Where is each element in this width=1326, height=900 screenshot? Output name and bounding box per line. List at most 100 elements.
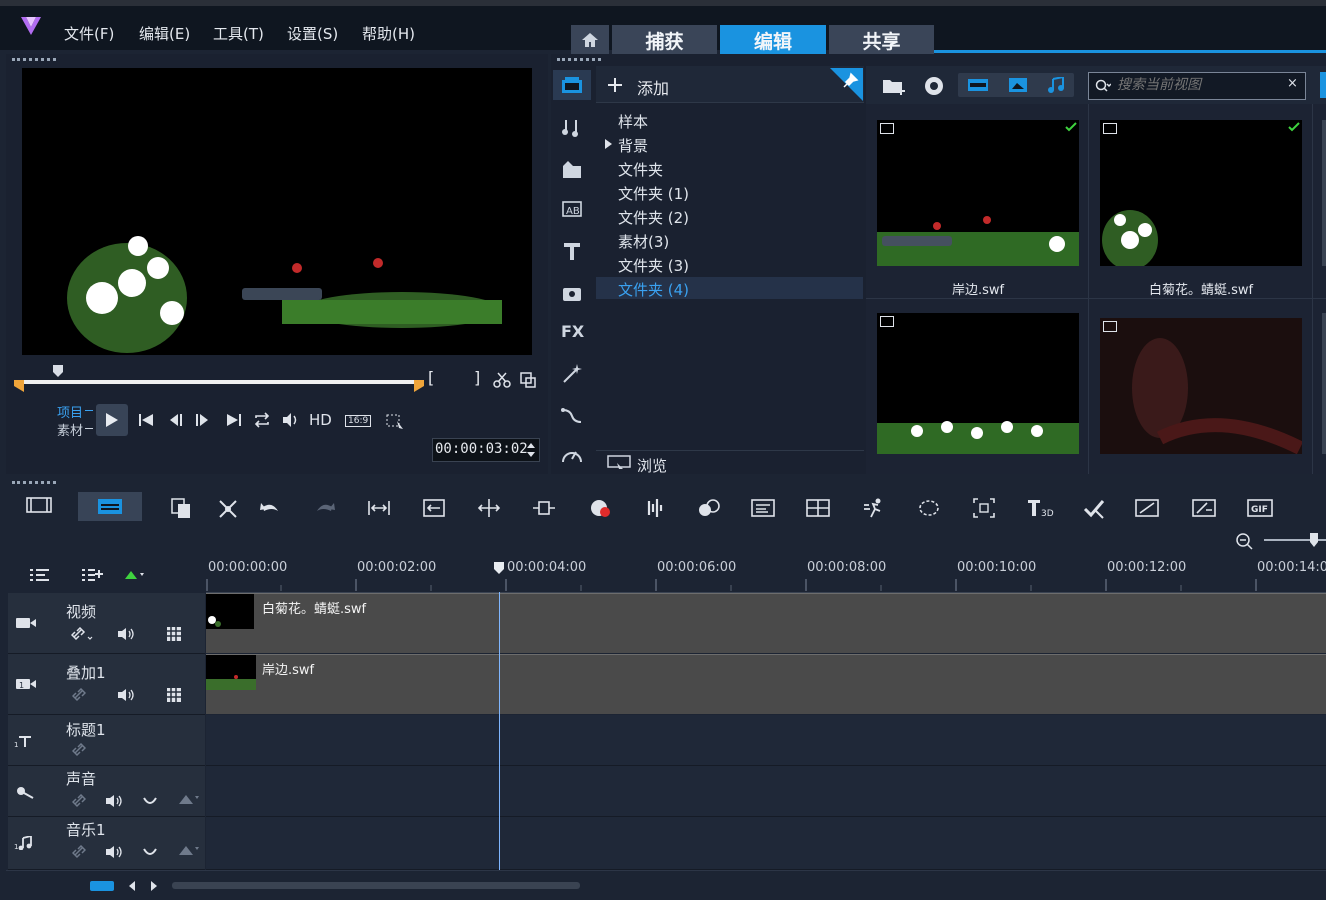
next-frame-icon[interactable] — [192, 410, 212, 430]
graphics-icon[interactable] — [558, 280, 586, 306]
previous-frame-icon[interactable] — [166, 410, 186, 430]
panel-edge-button[interactable] — [1320, 72, 1326, 98]
gif-creator-icon[interactable]: GIF — [1247, 497, 1275, 519]
audio-ducking-icon[interactable] — [140, 792, 160, 810]
link-icon[interactable] — [70, 686, 88, 704]
track-visibility-button[interactable] — [90, 881, 114, 891]
browse-button[interactable]: 浏览 — [637, 455, 667, 476]
storyboard-view-icon[interactable] — [26, 494, 56, 520]
mode-project[interactable]: 项目 — [57, 402, 83, 421]
zoom-out-icon[interactable] — [1234, 531, 1254, 551]
timeline-view-button[interactable] — [78, 492, 142, 521]
mute-audio-icon[interactable] — [116, 686, 136, 704]
track-transparency-icon[interactable] — [176, 790, 200, 808]
video-clip[interactable]: 白菊花。蜻蜓.swf — [206, 593, 1326, 653]
browse-icon[interactable] — [606, 454, 632, 472]
library-item[interactable]: 背景 — [618, 135, 648, 156]
transition-icon[interactable]: AB — [558, 196, 586, 222]
track-transparency-icon[interactable] — [176, 841, 200, 859]
mark-out-button[interactable]: ] — [474, 368, 480, 387]
menu-settings[interactable]: 设置(S) — [287, 23, 338, 44]
link-icon[interactable] — [70, 741, 88, 759]
ripple-editing-icon[interactable] — [164, 686, 184, 704]
menu-file[interactable]: 文件(F) — [64, 23, 114, 44]
search-box[interactable]: × — [1088, 72, 1306, 100]
enlarge-preview-icon[interactable] — [518, 370, 538, 390]
tab-capture[interactable]: 捕获 — [612, 25, 717, 55]
link-icon[interactable] — [70, 625, 94, 643]
thumbnail-image[interactable] — [877, 120, 1079, 266]
search-input[interactable] — [1117, 75, 1277, 95]
aperture-icon[interactable] — [922, 74, 946, 98]
tab-edit[interactable]: 编辑 — [720, 25, 826, 55]
scrubber-handle[interactable] — [52, 364, 64, 378]
library-item[interactable]: 样本 — [618, 111, 648, 132]
repeat-icon[interactable] — [252, 410, 272, 430]
timecode-box[interactable]: 00:00:03:02 — [432, 438, 540, 462]
mode-clip[interactable]: 素材 — [57, 420, 83, 439]
volume-icon[interactable] — [280, 410, 300, 430]
pin-panel-button[interactable] — [830, 68, 863, 101]
voice-lane[interactable] — [206, 766, 1326, 817]
time-remap-icon[interactable] — [1135, 497, 1159, 519]
resize-crop-icon[interactable] — [384, 412, 410, 432]
title-icon[interactable] — [558, 238, 586, 264]
record-capture-icon[interactable] — [588, 497, 612, 519]
library-item[interactable]: 文件夹 (1) — [618, 183, 689, 204]
ripple-editing-icon[interactable] — [164, 625, 184, 643]
pan-zoom-icon[interactable] — [972, 497, 996, 519]
library-item[interactable]: 素材(3) — [618, 231, 669, 252]
mute-audio-icon[interactable] — [104, 843, 124, 861]
fit-project-icon[interactable] — [422, 497, 446, 519]
ripple-icon[interactable] — [477, 497, 501, 519]
subtitle-editor-icon[interactable] — [751, 497, 775, 519]
split-screen-icon[interactable] — [806, 497, 830, 519]
stabilize-icon[interactable] — [1192, 497, 1216, 519]
3d-title-icon[interactable]: 3D — [1027, 497, 1055, 519]
filter-audio-icon[interactable] — [1042, 76, 1070, 94]
audio-category-icon[interactable] — [558, 114, 586, 140]
link-icon[interactable] — [70, 843, 88, 861]
mark-in-button[interactable]: [ — [428, 368, 434, 387]
filter-photo-icon[interactable] — [1004, 76, 1032, 94]
multi-camera-icon[interactable] — [1082, 497, 1106, 519]
audio-ducking-icon[interactable] — [140, 843, 160, 861]
tools-icon[interactable] — [216, 497, 240, 519]
go-to-end-icon[interactable] — [224, 410, 244, 430]
filter-video-icon[interactable] — [964, 76, 992, 94]
hd-toggle[interactable]: HD — [309, 411, 332, 429]
overlay-clip[interactable]: 岸边.swf — [206, 654, 1326, 714]
track-manager-list-icon[interactable] — [28, 565, 52, 585]
zoom-slider-handle[interactable] — [1310, 533, 1318, 547]
color-grading-icon[interactable] — [697, 497, 721, 519]
music-lane[interactable] — [206, 817, 1326, 870]
library-item-selected[interactable]: 文件夹 (4) — [618, 279, 689, 300]
redo-icon[interactable] — [313, 497, 337, 519]
add-icon[interactable] — [606, 76, 624, 94]
clear-search-icon[interactable]: × — [1287, 76, 1298, 91]
mute-audio-icon[interactable] — [116, 625, 136, 643]
sound-mixer-icon[interactable] — [642, 497, 666, 519]
menu-tools[interactable]: 工具(T) — [213, 23, 264, 44]
add-track-icon[interactable] — [80, 565, 104, 585]
scroll-right-icon[interactable] — [148, 880, 160, 892]
library-item[interactable]: 文件夹 — [618, 159, 663, 180]
scroll-left-icon[interactable] — [126, 880, 138, 892]
mute-audio-icon[interactable] — [104, 792, 124, 810]
mask-creator-icon[interactable] — [917, 497, 941, 519]
library-item[interactable]: 文件夹 (3) — [618, 255, 689, 276]
copy-attributes-icon[interactable] — [169, 497, 193, 519]
tab-share[interactable]: 共享 — [829, 25, 934, 55]
go-to-start-icon[interactable] — [136, 410, 156, 430]
panel-grip[interactable] — [12, 58, 56, 64]
trim-start-handle[interactable] — [14, 380, 24, 392]
playhead-handle[interactable] — [493, 561, 505, 575]
media-library-icon[interactable] — [558, 72, 586, 98]
panel-grip[interactable] — [557, 58, 601, 64]
thumbnail-image[interactable] — [1100, 120, 1302, 266]
fit-to-window-icon[interactable] — [367, 497, 391, 519]
speed-gauge-icon[interactable] — [558, 442, 586, 468]
scissors-icon[interactable] — [492, 370, 512, 390]
filter-fx-button[interactable]: FX — [561, 322, 584, 341]
path-motion-icon[interactable] — [558, 402, 586, 428]
